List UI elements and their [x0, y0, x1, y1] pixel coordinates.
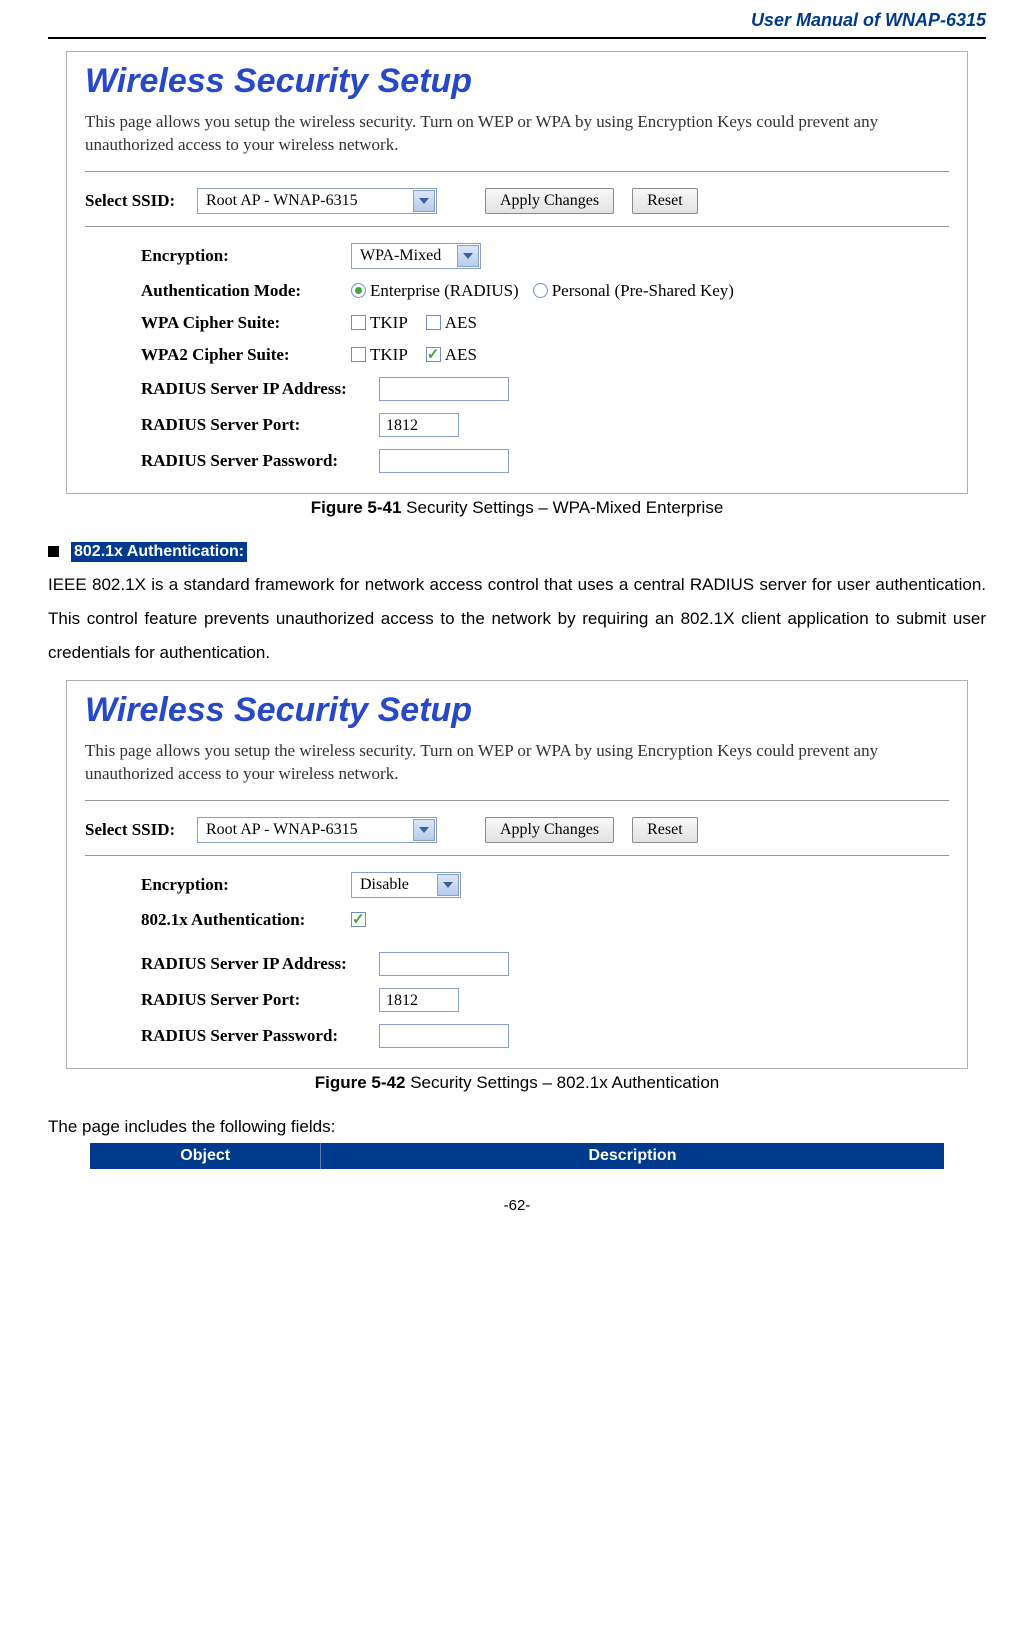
checkbox-8021x[interactable]	[351, 912, 366, 927]
encryption-value: WPA-Mixed	[352, 247, 449, 265]
rule	[85, 226, 949, 227]
radius-pw-input[interactable]	[379, 449, 509, 473]
radius-ip-input[interactable]	[379, 377, 509, 401]
ssid-value: Root AP - WNAP-6315	[198, 821, 366, 839]
rule	[85, 171, 949, 172]
fields-table: Object Description	[90, 1143, 944, 1169]
checkbox-wpa2-tkip[interactable]	[351, 347, 366, 362]
chevron-down-icon[interactable]	[437, 874, 459, 896]
radio-personal[interactable]	[533, 283, 548, 298]
square-bullet-icon	[48, 546, 59, 557]
tkip-label: TKIP	[370, 345, 408, 365]
figure-5-41-box: Wireless Security Setup This page allows…	[66, 51, 968, 494]
encryption-label: Encryption:	[141, 875, 351, 895]
figure-5-42-box: Wireless Security Setup This page allows…	[66, 680, 968, 1069]
chevron-down-icon[interactable]	[413, 819, 435, 841]
page-number: -62-	[48, 1197, 986, 1214]
caption-text: Security Settings – WPA-Mixed Enterprise	[401, 498, 723, 517]
8021x-auth-label: 802.1x Authentication:	[141, 910, 351, 930]
encryption-select[interactable]: Disable	[351, 872, 461, 898]
radius-port-label: RADIUS Server Port:	[141, 415, 379, 435]
radius-ip-label: RADIUS Server IP Address:	[141, 954, 379, 974]
rule	[85, 800, 949, 801]
chevron-down-icon[interactable]	[457, 245, 479, 267]
reset-button[interactable]: Reset	[632, 817, 698, 843]
encryption-value: Disable	[352, 876, 417, 894]
apply-changes-button[interactable]: Apply Changes	[485, 817, 614, 843]
setup-title: Wireless Security Setup	[85, 62, 949, 101]
tkip-label: TKIP	[370, 313, 408, 333]
checkbox-wpa-tkip[interactable]	[351, 315, 366, 330]
radius-ip-input[interactable]	[379, 952, 509, 976]
ssid-select[interactable]: Root AP - WNAP-6315	[197, 188, 437, 214]
encryption-select[interactable]: WPA-Mixed	[351, 243, 481, 269]
auth-opt-enterprise: Enterprise (RADIUS)	[370, 281, 519, 301]
radius-pw-label: RADIUS Server Password:	[141, 1026, 379, 1046]
auth-mode-label: Authentication Mode:	[141, 281, 351, 301]
apply-changes-button[interactable]: Apply Changes	[485, 188, 614, 214]
col-object: Object	[90, 1143, 320, 1169]
auth-opt-personal: Personal (Pre-Shared Key)	[552, 281, 734, 301]
radius-port-label: RADIUS Server Port:	[141, 990, 379, 1010]
doc-header-title: User Manual of WNAP-6315	[48, 10, 986, 37]
radio-enterprise[interactable]	[351, 283, 366, 298]
wpa-cipher-label: WPA Cipher Suite:	[141, 313, 351, 333]
select-ssid-label: Select SSID:	[85, 820, 197, 840]
col-description: Description	[321, 1143, 944, 1169]
caption-bold: Figure 5-41	[311, 498, 402, 517]
radius-pw-input[interactable]	[379, 1024, 509, 1048]
checkbox-wpa2-aes[interactable]	[426, 347, 441, 362]
encryption-label: Encryption:	[141, 246, 351, 266]
section-heading: 802.1x Authentication:	[71, 542, 247, 562]
setup-desc: This page allows you setup the wireless …	[85, 740, 949, 786]
chevron-down-icon[interactable]	[413, 190, 435, 212]
caption-bold: Figure 5-42	[315, 1073, 406, 1092]
header-rule	[48, 37, 986, 39]
section-heading-row: 802.1x Authentication:	[48, 542, 986, 562]
fields-intro: The page includes the following fields:	[48, 1117, 986, 1137]
ssid-value: Root AP - WNAP-6315	[198, 192, 366, 210]
select-ssid-label: Select SSID:	[85, 191, 197, 211]
setup-title: Wireless Security Setup	[85, 691, 949, 730]
figure-5-41-caption: Figure 5-41 Security Settings – WPA-Mixe…	[48, 498, 986, 518]
reset-button[interactable]: Reset	[632, 188, 698, 214]
radius-ip-label: RADIUS Server IP Address:	[141, 379, 379, 399]
radius-port-input[interactable]: 1812	[379, 988, 459, 1012]
section-paragraph: IEEE 802.1X is a standard framework for …	[48, 568, 986, 670]
aes-label: AES	[445, 313, 477, 333]
setup-desc: This page allows you setup the wireless …	[85, 111, 949, 157]
aes-label: AES	[445, 345, 477, 365]
radius-pw-label: RADIUS Server Password:	[141, 451, 379, 471]
rule	[85, 855, 949, 856]
caption-text: Security Settings – 802.1x Authenticatio…	[405, 1073, 719, 1092]
radius-port-input[interactable]: 1812	[379, 413, 459, 437]
checkbox-wpa-aes[interactable]	[426, 315, 441, 330]
wpa2-cipher-label: WPA2 Cipher Suite:	[141, 345, 351, 365]
ssid-select[interactable]: Root AP - WNAP-6315	[197, 817, 437, 843]
figure-5-42-caption: Figure 5-42 Security Settings – 802.1x A…	[48, 1073, 986, 1093]
